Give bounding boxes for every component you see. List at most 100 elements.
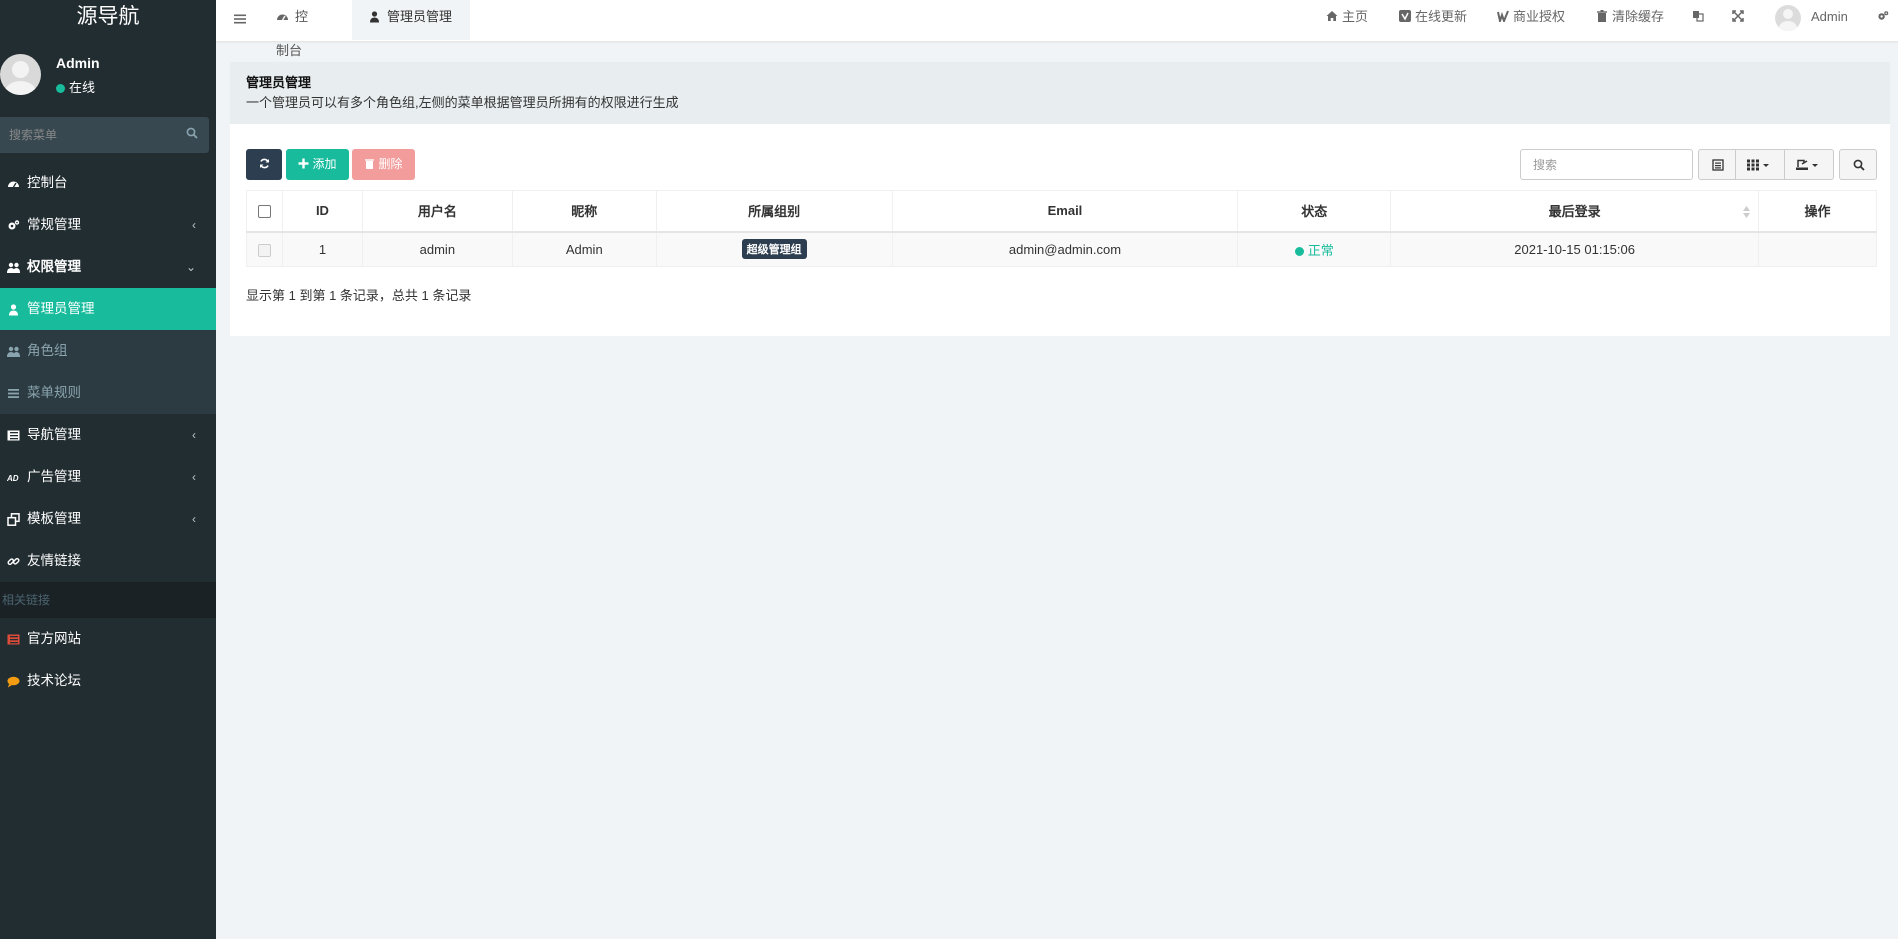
cell-username: admin [361,231,513,267]
row-checkbox[interactable] [257,243,271,257]
page-description: 一个管理员可以有多个角色组,左侧的菜单根据管理员所拥有的权限进行生成 [246,95,679,110]
dashboard-icon [277,14,288,21]
sidebar-item-menu-rules[interactable]: 菜单规则 [0,372,216,414]
column-header-actions: 操作 [1758,190,1877,233]
commercial-license-link[interactable]: 商业授权 [1497,0,1565,34]
column-header-last-login[interactable]: 最后登录 [1390,190,1759,233]
sidebar-item-templates[interactable]: 模板管理 ‹ [0,498,216,540]
search-icon [1853,159,1865,171]
sidebar-item-navigation[interactable]: 导航管理 ‹ [0,414,216,456]
column-header-username[interactable]: 用户名 [361,190,513,233]
user-icon [9,304,18,316]
home-icon [1326,11,1338,21]
delete-button[interactable]: 删除 [352,149,415,180]
online-update-link[interactable]: 在线更新 [1399,0,1467,34]
sidebar-item-ads[interactable]: AD 广告管理 ‹ [0,456,216,498]
refresh-button[interactable] [246,149,282,180]
certificate-icon [1497,10,1509,22]
user-status: 在线 [56,77,95,96]
sidebar-item-official-site[interactable]: 官方网站 [0,618,216,660]
status-badge: 正常 [1294,243,1334,258]
column-header-group[interactable]: 所属组别 [655,190,893,233]
user-name: Admin [56,55,100,71]
page-title: 管理员管理 [246,75,312,90]
th-columns-icon [1747,159,1769,171]
chevron-left-icon: ‹ [192,470,196,484]
fullscreen-toggle[interactable] [1732,0,1748,34]
column-header-nickname[interactable]: 昵称 [511,190,657,233]
link-icon [7,557,20,566]
control-sidebar-toggle[interactable] [1877,0,1893,34]
sidebar: 源导航 Admin 在线 控制台 常规管理 ‹ 权限管理 ⌄ 管理员管理 角色组 [0,0,216,939]
sidebar-item-role-group[interactable]: 角色组 [0,330,216,372]
status-dot-icon [1294,246,1304,256]
tab-dashboard[interactable]: 控制台 [260,0,336,58]
tab-admin-manage[interactable]: 管理员管理 [352,0,470,40]
add-button[interactable]: 添加 [286,149,349,180]
trash-icon [365,159,375,169]
plus-icon [298,158,309,169]
clone-icon [7,513,20,526]
search-icon[interactable] [186,127,198,139]
menu-search [0,117,209,153]
language-toggle[interactable] [1692,0,1708,34]
sidebar-item-dashboard[interactable]: 控制台 [0,162,216,204]
list-icon [7,634,20,645]
sort-icon [1743,206,1750,218]
toggle-view-button[interactable] [1698,149,1736,180]
chevron-left-icon: ‹ [192,428,196,442]
user-menu[interactable]: Admin [1775,0,1848,34]
select-all-checkbox[interactable] [257,205,271,219]
cell-actions [1758,231,1877,267]
cogs-icon [1878,11,1889,20]
brand-logo[interactable]: 源导航 [0,0,216,34]
cell-id: 1 [281,231,363,267]
sidebar-item-permissions[interactable]: 权限管理 ⌄ [0,246,216,288]
pagination-info: 显示第 1 到第 1 条记录，总共 1 条记录 [246,288,472,303]
sidebar-item-friend-links[interactable]: 友情链接 [0,540,216,582]
admin-table-panel: 添加 删除 ID 用户名 昵称 所属组别 Email 状态 最后登录 操作 [230,124,1890,336]
column-header-status[interactable]: 状态 [1237,190,1392,233]
trash-icon [1597,10,1607,22]
columns-button[interactable] [1735,149,1785,180]
cell-last-login: 2021-10-15 01:15:06 [1390,231,1759,267]
cell-email: admin@admin.com [891,231,1239,267]
ad-icon: AD [7,474,19,483]
table-search-input[interactable] [1520,149,1693,180]
cell-status: 正常 [1237,231,1392,267]
home-link[interactable]: 主页 [1326,0,1368,34]
list-view-icon [1712,159,1724,171]
sidebar-item-forum[interactable]: 技术论坛 [0,660,216,702]
select-all-cell [246,190,283,233]
clear-cache-link[interactable]: 清除缓存 [1596,0,1664,34]
list-icon [7,430,20,441]
sidebar-item-general[interactable]: 常规管理 ‹ [0,204,216,246]
admin-table: ID 用户名 昵称 所属组别 Email 状态 最后登录 操作 1 admin … [246,190,1877,267]
row-select-cell [246,231,283,267]
refresh-icon [259,158,269,169]
svg-text:AD: AD [7,474,19,483]
cell-group: 超级管理组 [655,231,893,267]
advanced-search-button[interactable] [1839,149,1877,180]
menu-search-input[interactable] [0,117,209,153]
sidebar-item-admin-manage[interactable]: 管理员管理 [0,288,216,330]
column-header-email[interactable]: Email [891,190,1239,233]
fullscreen-icon [1732,10,1744,22]
comment-icon [7,676,20,688]
group-badge: 超级管理组 [741,239,807,260]
column-header-id[interactable]: ID [281,190,363,233]
export-icon [1796,159,1818,170]
sidebar-section-header: 相关链接 [0,582,216,618]
table-row[interactable]: 1 admin Admin 超级管理组 admin@admin.com 正常 2… [246,231,1877,267]
sidebar-menu: 控制台 常规管理 ‹ 权限管理 ⌄ 管理员管理 角色组 菜单规则 导航管理 ‹ [0,162,216,702]
user-panel: Admin 在线 [0,34,216,114]
export-button[interactable] [1784,149,1834,180]
cell-nickname: Admin [511,231,657,267]
user-icon [370,11,379,23]
chevron-left-icon: ‹ [192,218,196,232]
content-header: 管理员管理 一个管理员可以有多个角色组,左侧的菜单根据管理员所拥有的权限进行生成 [230,62,1890,124]
avatar [0,54,41,95]
cogs-icon [8,220,20,230]
hamburger-menu-icon[interactable] [233,12,247,26]
chevron-down-icon: ⌄ [185,260,196,274]
